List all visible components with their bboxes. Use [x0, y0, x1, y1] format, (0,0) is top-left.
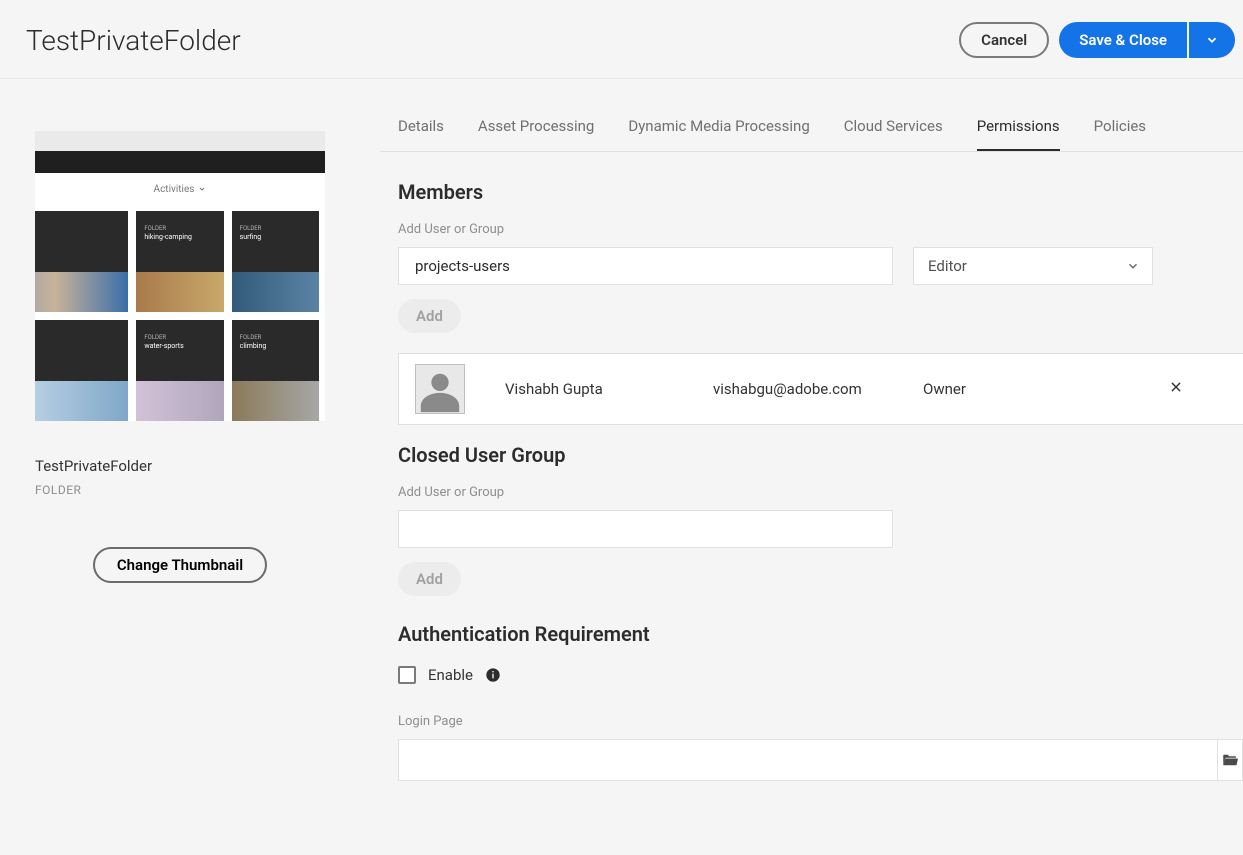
tabs: Details Asset Processing Dynamic Media Pro…	[380, 109, 1243, 152]
member-rows: Vishabh Guptavishabgu@adobe.comOwner	[398, 353, 1243, 425]
thumb-label: Activities	[35, 173, 325, 205]
chevron-down-icon	[1126, 259, 1140, 273]
members-input-row: Editor	[398, 247, 1243, 285]
cancel-button[interactable]: Cancel	[959, 22, 1049, 58]
auth-heading: Authentication Requirement	[398, 622, 1243, 646]
member-name: Vishabh Gupta	[505, 380, 713, 398]
member-role: Owner	[923, 380, 1073, 398]
auth-enable-checkbox[interactable]	[398, 666, 416, 684]
folder-open-icon	[1221, 751, 1239, 769]
page-header: TestPrivateFolder Cancel Save & Close	[0, 0, 1243, 79]
change-thumbnail-wrap: Change Thumbnail	[35, 497, 325, 583]
folder-type: FOLDER	[35, 483, 340, 497]
login-page-input[interactable]	[398, 739, 1218, 781]
thumb-tile: FOLDERclimbing	[232, 320, 319, 421]
thumb-tile	[35, 320, 128, 421]
thumb-tile: oarding	[35, 211, 128, 312]
tab-details[interactable]: Details	[398, 109, 444, 151]
members-section: Members Add User or Group Editor Add Vis…	[380, 152, 1243, 425]
page-title: TestPrivateFolder	[26, 24, 241, 57]
close-icon	[1169, 380, 1183, 394]
thumb-tile: FOLDERsurfing	[232, 211, 319, 312]
member-remove-button[interactable]	[1169, 380, 1187, 398]
thumb-grid: oardingFOLDERhiking-campingFOLDERsurfing…	[35, 205, 325, 421]
thumb-tile: FOLDERhiking-camping	[136, 211, 223, 312]
auth-enable-label: Enable	[428, 666, 473, 684]
thumb-label-text: Activities	[154, 184, 195, 195]
header-actions: Cancel Save & Close	[959, 22, 1235, 58]
content-area: Activities oardingFOLDERhiking-campingFO…	[0, 79, 1243, 781]
chevron-down-icon	[1205, 33, 1219, 47]
members-heading: Members	[398, 180, 1243, 204]
members-add-label: Add User or Group	[398, 222, 1243, 237]
save-dropdown-button[interactable]	[1187, 22, 1235, 58]
members-user-input[interactable]	[398, 247, 893, 285]
thumb-header-bar	[35, 151, 325, 173]
chevron-down-icon	[198, 185, 206, 193]
login-page-row	[398, 739, 1243, 781]
login-page-browse-button[interactable]	[1218, 739, 1243, 781]
cug-user-input[interactable]	[398, 510, 893, 548]
cug-section: Closed User Group Add User or Group Add	[380, 425, 1243, 596]
login-page-block: Login Page	[398, 714, 1243, 781]
cug-add-button[interactable]: Add	[398, 562, 461, 596]
left-column: Activities oardingFOLDERhiking-campingFO…	[0, 79, 340, 781]
save-close-button[interactable]: Save & Close	[1059, 22, 1187, 58]
right-column: Details Asset Processing Dynamic Media Pro…	[380, 79, 1243, 781]
auth-enable-row: Enable	[398, 666, 1243, 684]
cug-add-label: Add User or Group	[398, 485, 1243, 500]
tab-asset-processing[interactable]: Asset Processing	[478, 109, 594, 151]
tab-permissions[interactable]: Permissions	[977, 109, 1060, 151]
tab-dynamic-media-processing[interactable]: Dynamic Media Processing	[628, 109, 809, 151]
folder-thumbnail: Activities oardingFOLDERhiking-campingFO…	[35, 131, 325, 421]
tab-policies[interactable]: Policies	[1094, 109, 1146, 151]
members-role-select[interactable]: Editor	[913, 247, 1153, 285]
save-button-group: Save & Close	[1059, 22, 1235, 58]
login-page-label: Login Page	[398, 714, 1243, 729]
auth-section: Authentication Requirement Enable Login …	[380, 596, 1243, 781]
avatar	[415, 364, 465, 414]
info-icon[interactable]	[485, 667, 501, 683]
members-role-value: Editor	[928, 257, 967, 275]
member-email: vishabgu@adobe.com	[713, 380, 923, 398]
cug-heading: Closed User Group	[398, 443, 1243, 467]
folder-name: TestPrivateFolder	[35, 457, 340, 475]
thumb-tile: FOLDERwater-sports	[136, 320, 223, 421]
members-add-button[interactable]: Add	[398, 299, 461, 333]
tab-cloud-services[interactable]: Cloud Services	[844, 109, 943, 151]
member-row: Vishabh Guptavishabgu@adobe.comOwner	[398, 353, 1243, 425]
change-thumbnail-button[interactable]: Change Thumbnail	[93, 547, 267, 583]
